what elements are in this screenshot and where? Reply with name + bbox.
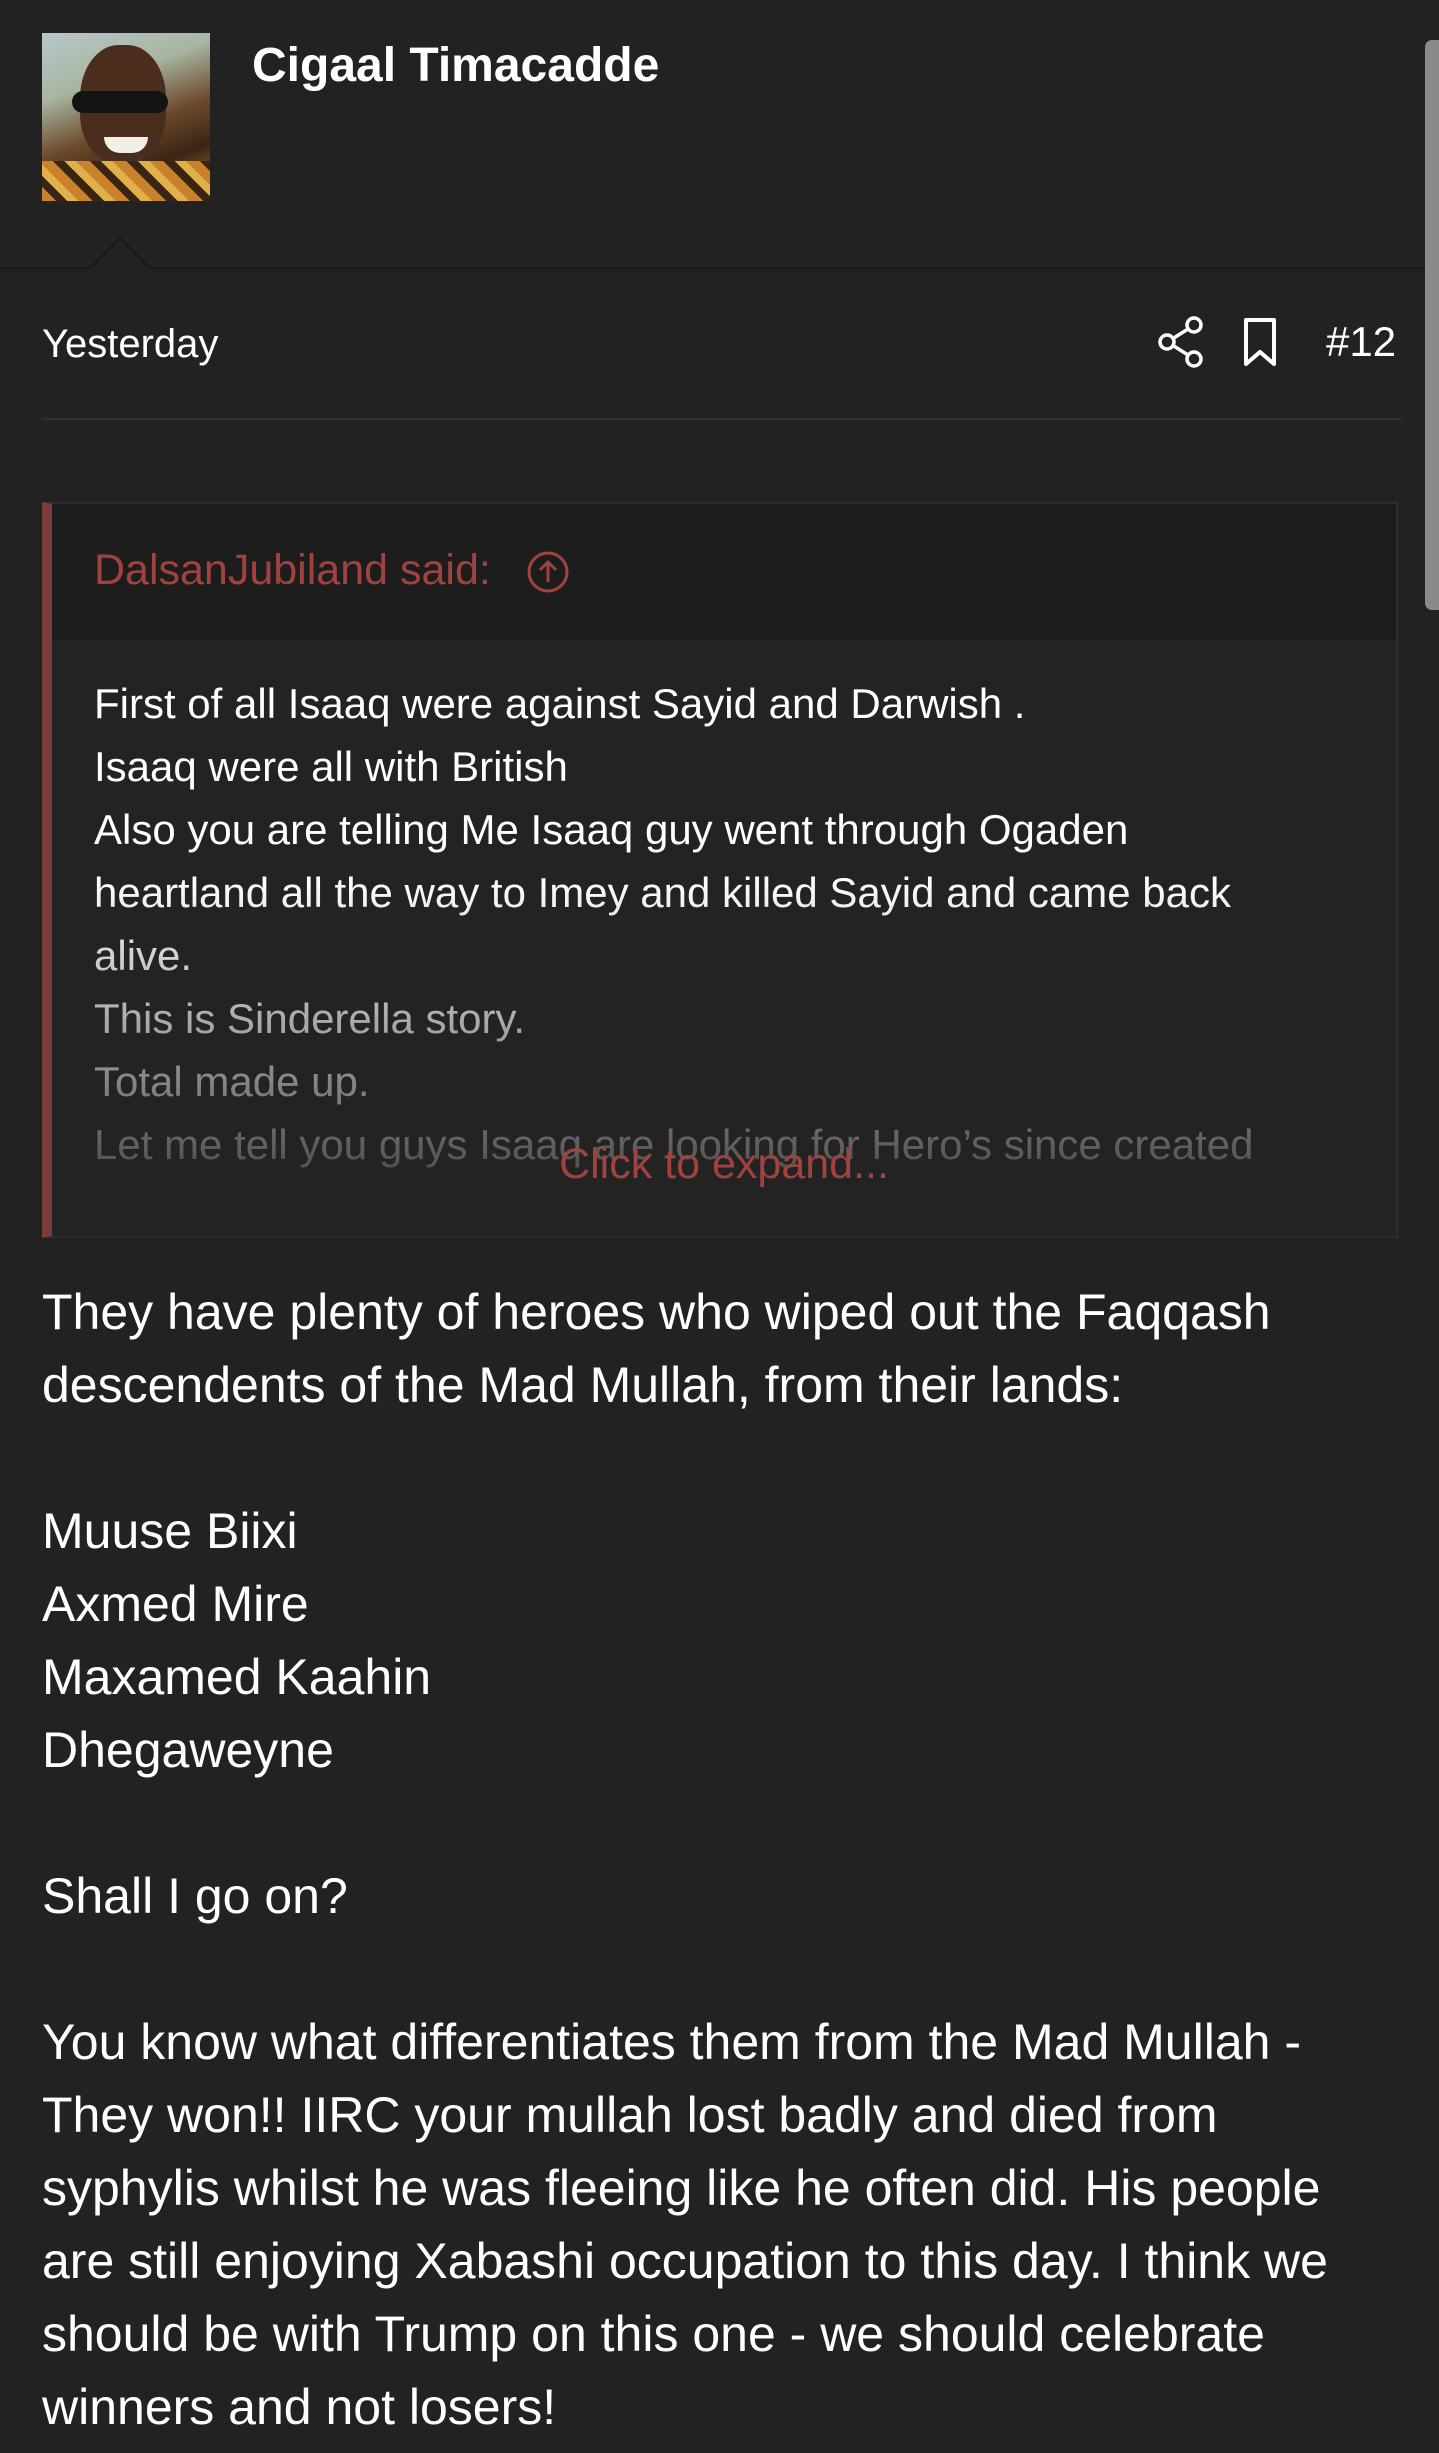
avatar-shirt [42, 161, 210, 201]
quote-content: First of all Isaaq were against Sayid an… [94, 672, 1374, 1192]
quote-line: heartland all the way to Imey and killed… [94, 869, 1231, 916]
quote-block: DalsanJubiland said: First of all Isaaq … [42, 502, 1398, 1238]
hero-name: Muuse Biixi [42, 1503, 298, 1559]
click-to-expand-link[interactable]: Click to expand... [52, 1140, 1396, 1189]
body-text-line: They won!! IIRC your mullah lost badly a… [42, 2087, 1218, 2143]
header-pointer-inner [89, 240, 151, 271]
avatar[interactable] [42, 33, 210, 201]
quote-line: This is Sinderella story. [94, 995, 526, 1042]
arrow-up-circle-icon[interactable] [526, 550, 570, 594]
body-text-line: descendents of the Mad Mullah, from thei… [42, 1357, 1124, 1413]
bookmark-icon[interactable] [1238, 316, 1282, 368]
hero-name: Axmed Mire [42, 1576, 309, 1632]
hero-name: Maxamed Kaahin [42, 1649, 432, 1705]
quote-author[interactable]: DalsanJubiland said: [94, 546, 491, 595]
username[interactable]: Cigaal Timacadde [252, 38, 659, 93]
body-text-line: You know what differentiates them from t… [42, 2014, 1301, 2070]
hero-name: Dhegaweyne [42, 1722, 334, 1778]
quote-line: Total made up. [94, 1058, 370, 1105]
body-text-line: They have plenty of heroes who wiped out… [42, 1284, 1271, 1340]
avatar-sunglasses [72, 91, 168, 113]
body-text-line: winners and not losers! [42, 2379, 557, 2435]
quote-header: DalsanJubiland said: [52, 504, 1396, 640]
body-text-line: should be with Trump on this one - we sh… [42, 2306, 1265, 2362]
post-date[interactable]: Yesterday [42, 322, 218, 367]
quote-line: Also you are telling Me Isaaq guy went t… [94, 806, 1129, 853]
quote-line: First of all Isaaq were against Sayid an… [94, 680, 1026, 727]
post-header: Cigaal Timacadde [0, 0, 1439, 270]
share-icon[interactable] [1156, 314, 1206, 370]
quote-line: alive. [94, 932, 193, 979]
body-question: Shall I go on? [42, 1868, 348, 1924]
quote-line: Isaaq were all with British [94, 743, 568, 790]
scrollbar[interactable] [1425, 40, 1439, 610]
body-text-line: are still enjoying Xabashi occupation to… [42, 2233, 1328, 2289]
post-number-link[interactable]: #12 [1326, 318, 1396, 366]
post-body: They have plenty of heroes who wiped out… [42, 1276, 1412, 2444]
post-meta-row: Yesterday #12 [42, 300, 1402, 420]
body-text-line: syphylis whilst he was fleeing like he o… [42, 2160, 1321, 2216]
